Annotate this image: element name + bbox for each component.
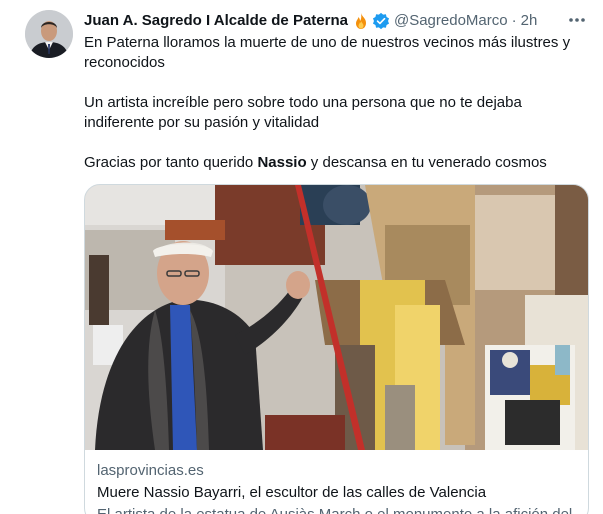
link-preview-card[interactable]: lasprovincias.es Muere Nassio Bayarri, e…	[84, 184, 589, 514]
verified-badge-icon	[372, 12, 390, 30]
link-preview-title[interactable]: Muere Nassio Bayarri, el escultor de las…	[97, 483, 576, 503]
tweet-paragraph-1: En Paterna lloramos la muerte de uno de …	[84, 34, 571, 71]
tweet-text: En Paterna lloramos la muerte de uno de …	[84, 33, 589, 173]
paragraph-3-bold-name: Nassio	[257, 154, 307, 171]
link-preview-description: El artista de la estatua de Ausiàs March…	[97, 505, 576, 514]
paragraph-3-after: y descansa en tu venerado cosmos	[306, 154, 547, 171]
paragraph-3-before: Gracias por tanto querido	[84, 154, 258, 171]
tweet-paragraph-2: Un artista increíble pero sobre todo una…	[84, 94, 522, 131]
link-preview-image	[85, 185, 588, 450]
fire-icon	[352, 12, 370, 30]
author-avatar[interactable]	[25, 10, 73, 58]
author-handle[interactable]: @SagredoMarco	[394, 11, 508, 31]
more-options-icon[interactable]	[565, 10, 589, 30]
link-preview-meta: lasprovincias.es Muere Nassio Bayarri, e…	[97, 461, 576, 514]
author-display-name[interactable]: Juan A. Sagredo I Alcalde de Paterna	[84, 11, 348, 31]
tweet-paragraph-3: Gracias por tanto querido Nassio y desca…	[84, 153, 589, 173]
link-preview-domain: lasprovincias.es	[97, 462, 204, 479]
tweet[interactable]: Juan A. Sagredo I Alcalde de Paterna @Sa…	[0, 0, 603, 514]
tweet-timestamp[interactable]: 2h	[521, 11, 538, 31]
tweet-header: Juan A. Sagredo I Alcalde de Paterna @Sa…	[84, 10, 593, 32]
separator-dot: ·	[511, 12, 517, 29]
